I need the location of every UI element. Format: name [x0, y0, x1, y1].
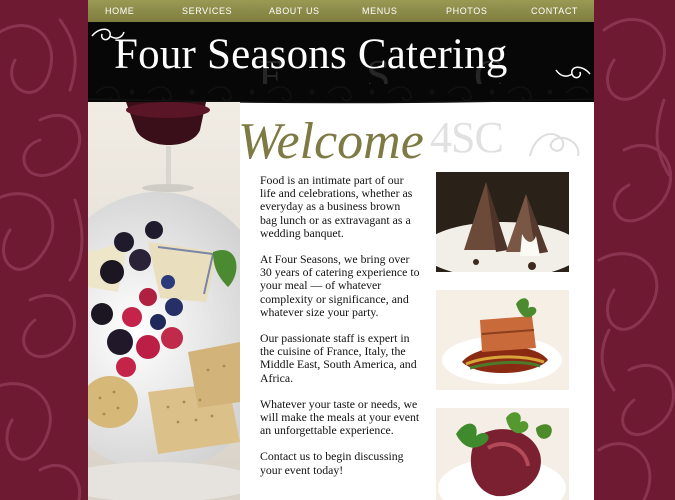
cheese-platter-photo [88, 102, 240, 500]
nav-menus[interactable]: MENUS [362, 0, 398, 22]
monogram: 4SC [430, 113, 504, 162]
left-damask-pattern [0, 0, 88, 500]
welcome-paragraph: At Four Seasons, we bring over 30 years … [260, 252, 420, 319]
welcome-paragraph: Whatever your taste or needs, we will ma… [260, 396, 420, 438]
welcome-body: Food is an intimate part of our life and… [260, 173, 420, 490]
site-title[interactable]: Four Seasons Catering [114, 30, 508, 79]
welcome-paragraph: Food is an intimate part of our life and… [260, 173, 413, 240]
swirl-flourish-icon [555, 66, 591, 79]
site-container: HOME SERVICES ABOUT US MENUS PHOTOS CONT… [88, 0, 594, 500]
welcome-paragraph: Contact us to begin discussing your even… [260, 449, 404, 477]
meat-dish-photo[interactable] [436, 408, 569, 500]
main-nav: HOME SERVICES ABOUT US MENUS PHOTOS CONT… [88, 0, 594, 22]
nav-about-us[interactable]: ABOUT US [269, 0, 320, 22]
welcome-paragraph: Our passionate staff is expert in the cu… [260, 331, 417, 385]
welcome-heading: Welcome [238, 113, 424, 170]
salmon-dish-photo[interactable] [436, 290, 569, 390]
nav-services[interactable]: SERVICES [182, 0, 232, 22]
dessert-photo[interactable] [436, 172, 569, 272]
right-damask-pattern [594, 0, 675, 500]
swirl-flourish-icon [529, 133, 580, 157]
nav-home[interactable]: HOME [105, 0, 134, 22]
nav-contact[interactable]: CONTACT [531, 0, 578, 22]
nav-photos[interactable]: PHOTOS [446, 0, 487, 22]
